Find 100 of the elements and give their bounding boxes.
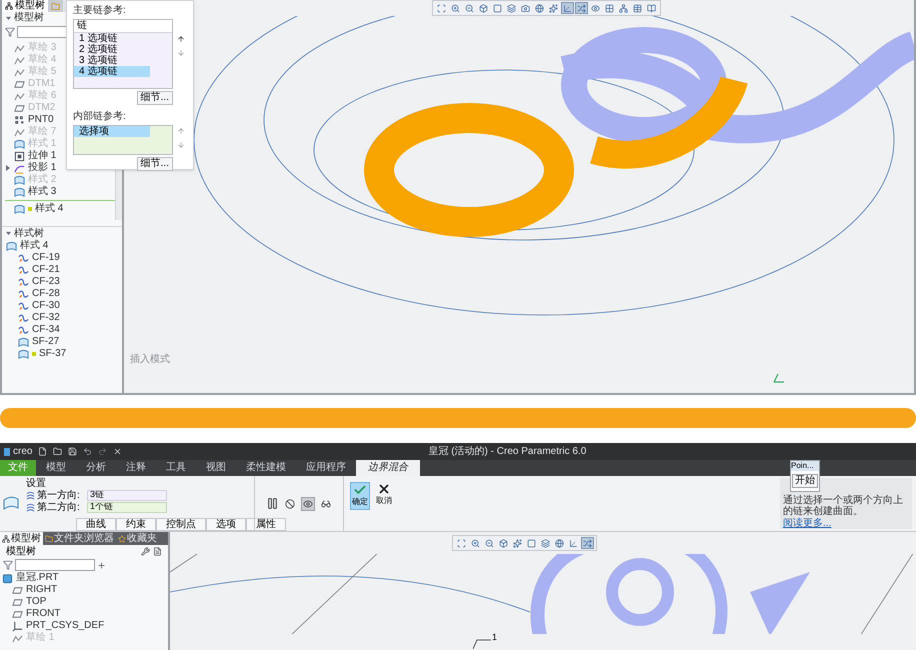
new-file-icon[interactable]	[38, 447, 48, 456]
tree-item[interactable]: RIGHT	[26, 584, 58, 596]
ribbon-tab[interactable]: 模型	[36, 460, 76, 476]
parallelogram-icon	[14, 78, 25, 90]
surface-icon	[18, 336, 29, 348]
document-icon[interactable]	[153, 547, 162, 556]
chain-row[interactable]: 1 选项链	[74, 33, 150, 44]
sparkle-icon	[513, 538, 522, 548]
tree-item[interactable]: CF-30	[32, 300, 60, 312]
tree-item[interactable]: 皇冠.PRT	[16, 572, 59, 584]
curve-icon	[18, 252, 29, 264]
tree-item[interactable]: SF-27	[32, 336, 60, 348]
cube-button[interactable]	[497, 537, 510, 549]
save-icon[interactable]	[68, 447, 78, 456]
ribbon-tab[interactable]: 应用程序	[296, 460, 356, 476]
tree-item[interactable]: 拉伸 1	[28, 150, 56, 162]
tree-item[interactable]: TOP	[26, 596, 46, 608]
ribbon-tab[interactable]: 注释	[116, 460, 156, 476]
tree-item[interactable]: 样式 4	[35, 203, 64, 215]
tree-item[interactable]: CF-21	[32, 264, 60, 276]
ribbon-tab[interactable]: 工具	[156, 460, 196, 476]
panel-tab[interactable]: 约束	[116, 518, 156, 531]
tree-item[interactable]: PNT0	[28, 114, 54, 126]
ribbon-tab[interactable]: 分析	[76, 460, 116, 476]
tree-item[interactable]: FRONT	[26, 608, 60, 620]
extrude-icon	[14, 150, 25, 162]
surface-icon	[6, 240, 17, 252]
zoom-in-button[interactable]	[469, 537, 482, 549]
search-field[interactable]	[15, 559, 95, 571]
tree-item[interactable]: SF-37	[39, 348, 66, 360]
tree-item[interactable]: PRT_CSYS_DEF	[26, 620, 104, 632]
globe-button[interactable]	[533, 2, 546, 14]
redo-icon[interactable]	[98, 447, 108, 456]
ribbon-tab[interactable]: 柔性建模	[236, 460, 296, 476]
tree-item[interactable]: CF-28	[32, 288, 60, 300]
tree-item[interactable]: CF-32	[32, 312, 60, 324]
move-up-icon[interactable]	[177, 35, 185, 43]
crossed-arrows-button[interactable]	[575, 2, 588, 14]
details-button[interactable]: 细节...	[136, 157, 173, 171]
tree-item[interactable]: CF-34	[32, 324, 60, 336]
add-icon[interactable]	[97, 560, 106, 570]
stop-button[interactable]	[283, 496, 297, 510]
ribbon-tab[interactable]: 视图	[196, 460, 236, 476]
folder-icon[interactable]	[53, 447, 62, 456]
panel-tab[interactable]: 模型树	[2, 0, 48, 12]
tree-item[interactable]: 样式 3	[28, 186, 56, 198]
sketch-icon	[12, 632, 23, 644]
start-button[interactable]: 开始	[792, 474, 818, 488]
tree-item[interactable]: 样式 4	[20, 240, 48, 252]
book-button[interactable]	[645, 2, 658, 14]
chain-row[interactable]: 3 选项链	[74, 55, 150, 66]
cancel-button[interactable]: 取消	[374, 482, 394, 510]
zoom-out-button[interactable]	[463, 2, 476, 14]
panel-tab[interactable]: 控制点	[156, 518, 206, 531]
crossed-arrows-button[interactable]	[581, 537, 594, 549]
zoom-in-button[interactable]	[449, 2, 462, 14]
reference-row[interactable]: 选择项	[74, 126, 150, 137]
panel-tab[interactable]: 文件夹浏览器	[43, 532, 116, 545]
ribbon-tab[interactable]: 边界混合	[356, 460, 420, 476]
table-button[interactable]	[631, 2, 644, 14]
move-down-icon[interactable]	[177, 49, 185, 57]
square-button[interactable]	[525, 537, 538, 549]
tree-item[interactable]: 投影 1	[28, 162, 56, 174]
frame-button[interactable]	[455, 537, 468, 549]
wrench-icon[interactable]	[141, 547, 150, 556]
axis-button[interactable]	[567, 537, 580, 549]
panel-tab[interactable]: 收藏夹	[116, 532, 159, 545]
panel-title: 样式树	[14, 228, 44, 240]
sparkle-button[interactable]	[547, 2, 560, 14]
tree-item[interactable]: CF-19	[32, 252, 60, 264]
layers-button[interactable]	[539, 537, 552, 549]
panel-tab[interactable]: 模型树	[0, 532, 43, 545]
move-down-icon[interactable]	[177, 141, 185, 149]
zoom-out-button[interactable]	[483, 537, 496, 549]
close-window-icon[interactable]	[113, 447, 122, 456]
chain-row[interactable]: 2 选项链	[74, 44, 150, 55]
layers-button[interactable]	[505, 2, 518, 14]
details-button[interactable]: 细节...	[136, 91, 173, 105]
network-button[interactable]	[617, 2, 630, 14]
pause-button[interactable]	[265, 496, 279, 510]
tree-item[interactable]: CF-23	[32, 276, 60, 288]
collapse-caret-icon[interactable]	[6, 231, 11, 236]
panel-tab[interactable]: 曲线	[76, 518, 116, 531]
chain-row[interactable]: 4 选项链	[74, 66, 150, 77]
confirm-button[interactable]: 确定	[350, 482, 370, 510]
read-more-link[interactable]: 阅读更多...	[783, 518, 909, 529]
cube-button[interactable]	[477, 2, 490, 14]
grid-button[interactable]	[603, 2, 616, 14]
panel-tab[interactable]: 属性	[246, 518, 286, 531]
close-icon	[377, 482, 391, 496]
preview-button[interactable]	[301, 496, 315, 510]
expand-caret-icon[interactable]	[5, 165, 11, 171]
sparkle-button[interactable]	[511, 537, 524, 549]
panel-tab[interactable]: 选项	[206, 518, 246, 531]
frame-button[interactable]	[435, 2, 448, 14]
globe-button[interactable]	[553, 537, 566, 549]
field-label: 第一方向:	[37, 490, 81, 500]
undo-icon[interactable]	[83, 447, 92, 456]
camera-button[interactable]	[519, 2, 532, 14]
square-button[interactable]	[491, 2, 504, 14]
